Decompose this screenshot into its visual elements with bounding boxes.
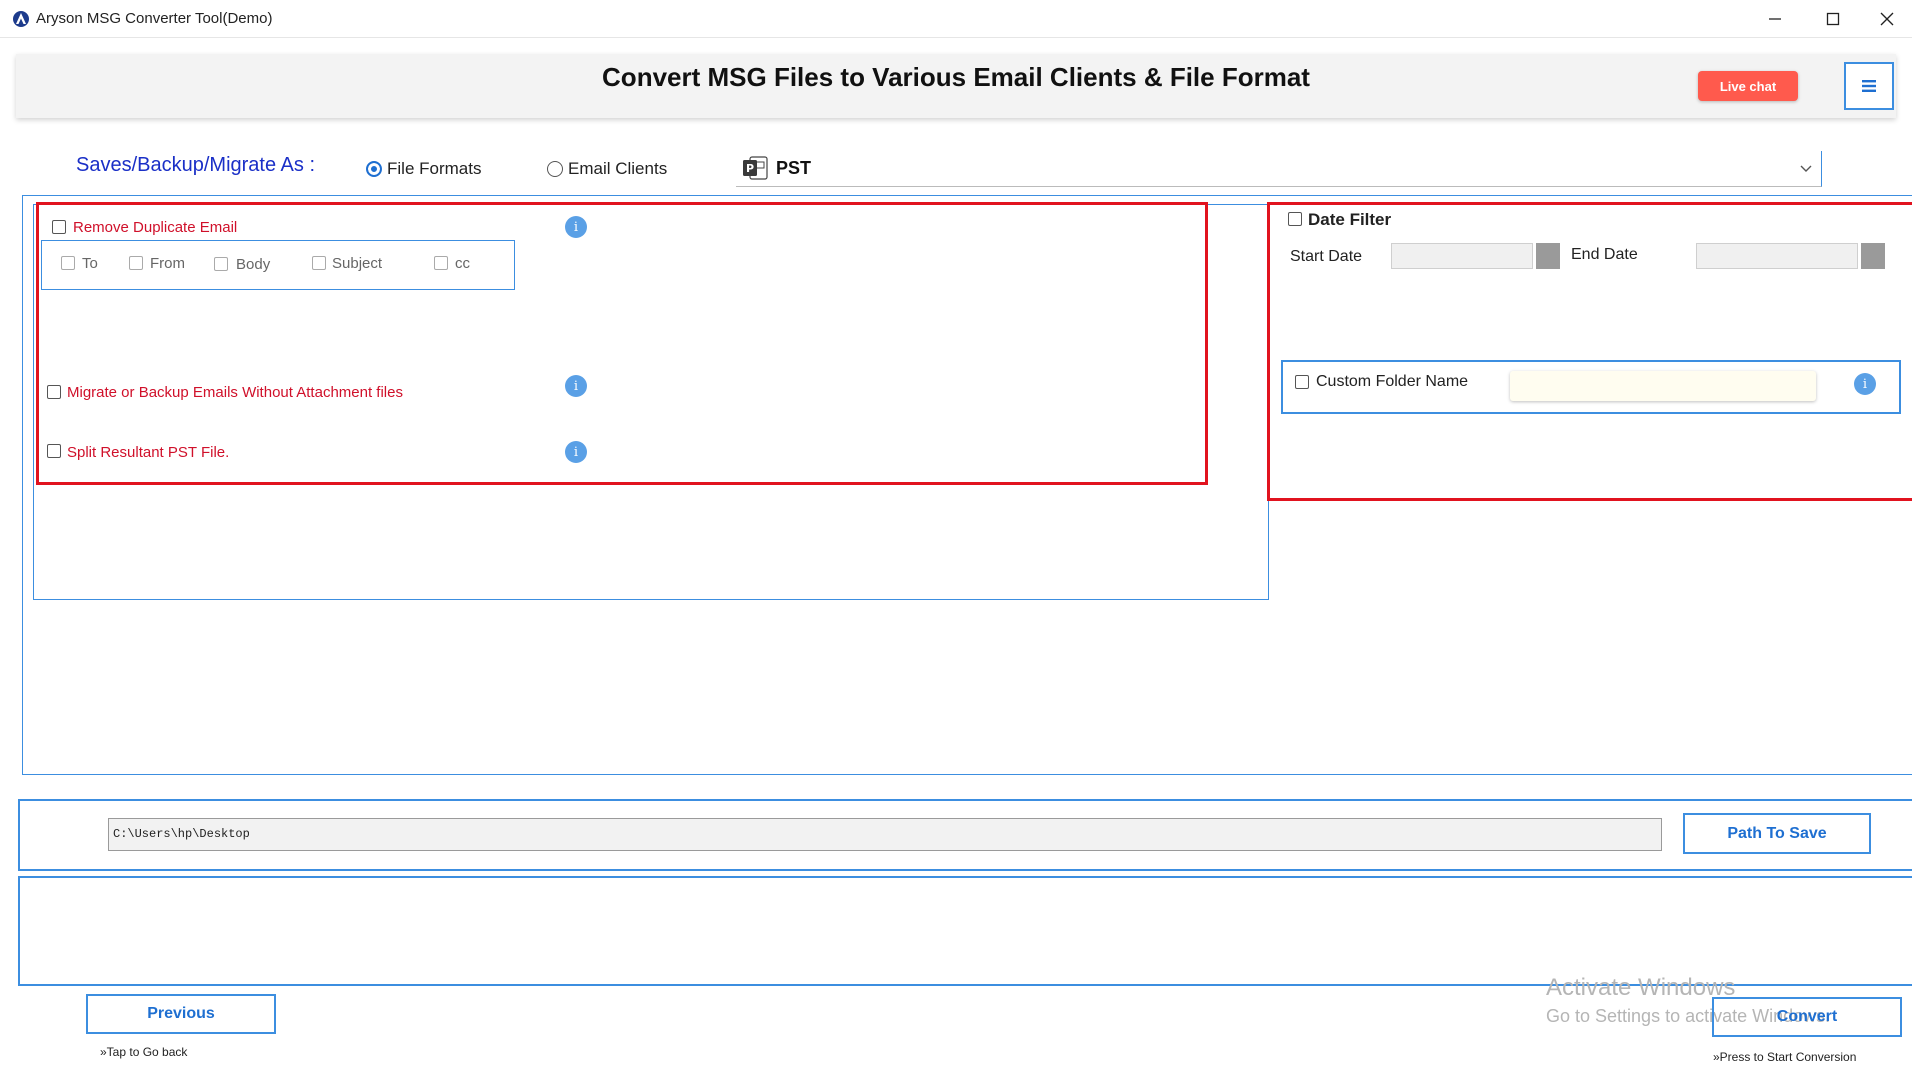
pst-file-icon: P: [743, 156, 768, 180]
radio-email-clients[interactable]: [547, 161, 563, 177]
field-to-label[interactable]: To: [82, 255, 98, 272]
field-body-label[interactable]: Body: [236, 256, 270, 273]
convert-hint: »Press to Start Conversion: [1713, 1050, 1857, 1064]
title-bar: Aryson MSG Converter Tool(Demo): [0, 0, 1912, 38]
previous-hint: »Tap to Go back: [100, 1045, 188, 1059]
radio-file-formats[interactable]: [366, 161, 382, 177]
start-date-input[interactable]: [1391, 243, 1533, 269]
log-panel: [18, 876, 1912, 986]
split-pst-checkbox[interactable]: [47, 444, 61, 458]
minimize-icon: [1769, 18, 1781, 20]
radio-file-formats-label[interactable]: File Formats: [387, 159, 481, 179]
page-title: Convert MSG Files to Various Email Clien…: [602, 62, 1310, 92]
without-attachments-checkbox[interactable]: [47, 385, 61, 399]
custom-folder-input[interactable]: [1510, 371, 1816, 401]
menu-button[interactable]: [1844, 62, 1894, 110]
radio-email-clients-label[interactable]: Email Clients: [568, 159, 667, 179]
custom-folder-checkbox[interactable]: [1295, 375, 1309, 389]
checkbox-from[interactable]: [129, 256, 143, 270]
svg-text:P: P: [746, 162, 754, 175]
split-pst-label[interactable]: Split Resultant PST File.: [67, 444, 229, 461]
info-icon-duplicate[interactable]: i: [565, 216, 587, 238]
start-date-calendar-button[interactable]: [1536, 243, 1560, 269]
maximize-icon: [1826, 12, 1840, 26]
remove-duplicate-checkbox[interactable]: [52, 220, 66, 234]
minimize-button[interactable]: [1746, 0, 1804, 38]
field-subject-label[interactable]: Subject: [332, 255, 382, 272]
app-logo-icon: [13, 11, 29, 27]
date-filter-checkbox[interactable]: [1288, 212, 1302, 226]
field-from-label[interactable]: From: [150, 255, 185, 272]
end-date-label: End Date: [1571, 246, 1638, 263]
window-title: Aryson MSG Converter Tool(Demo): [36, 10, 273, 27]
save-as-label: Saves/Backup/Migrate As :: [76, 154, 316, 176]
activate-windows-watermark: Activate Windows: [1546, 974, 1736, 1001]
end-date-input[interactable]: [1696, 243, 1858, 269]
info-icon-split[interactable]: i: [565, 441, 587, 463]
field-cc-label[interactable]: cc: [455, 255, 470, 272]
end-date-calendar-button[interactable]: [1861, 243, 1885, 269]
checkbox-subject[interactable]: [312, 256, 326, 270]
live-chat-button[interactable]: Live chat: [1698, 71, 1798, 101]
maximize-button[interactable]: [1804, 0, 1862, 38]
checkbox-body[interactable]: [214, 257, 228, 271]
checkbox-to[interactable]: [61, 256, 75, 270]
format-dropdown[interactable]: P PST: [736, 151, 1822, 187]
previous-button[interactable]: Previous: [86, 994, 276, 1034]
info-icon-custom-folder[interactable]: i: [1854, 373, 1876, 395]
remove-duplicate-label[interactable]: Remove Duplicate Email: [73, 219, 237, 236]
chevron-down-icon: [1800, 165, 1812, 172]
path-to-save-button[interactable]: Path To Save: [1683, 813, 1871, 854]
custom-folder-label[interactable]: Custom Folder Name: [1316, 373, 1468, 391]
convert-button[interactable]: Convert: [1712, 997, 1902, 1037]
info-icon-attachments[interactable]: i: [565, 375, 587, 397]
close-icon: [1880, 12, 1894, 26]
header-banner: Convert MSG Files to Various Email Clien…: [16, 54, 1896, 118]
destination-path-input[interactable]: C:\Users\hp\Desktop: [108, 818, 1662, 851]
without-attachments-label[interactable]: Migrate or Backup Emails Without Attachm…: [67, 384, 403, 401]
close-button[interactable]: [1862, 0, 1912, 38]
checkbox-cc[interactable]: [434, 256, 448, 270]
hamburger-icon: [1862, 80, 1876, 92]
date-filter-label[interactable]: Date Filter: [1308, 210, 1391, 230]
selected-format: PST: [776, 158, 812, 178]
start-date-label: Start Date: [1290, 248, 1363, 265]
